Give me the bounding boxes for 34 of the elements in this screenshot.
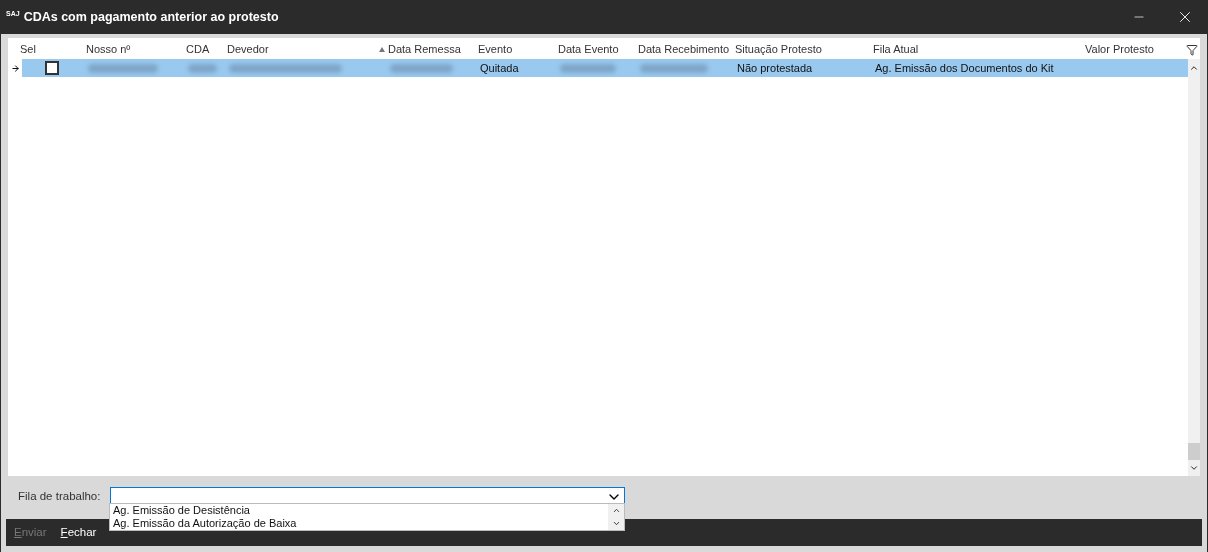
vertical-scrollbar[interactable]	[1188, 59, 1200, 476]
scroll-down-icon[interactable]	[611, 519, 621, 528]
blurred-text	[188, 63, 217, 73]
row-checkbox[interactable]	[45, 61, 59, 75]
column-header[interactable]: Devedor	[227, 41, 269, 58]
window-title: CDAs com pagamento anterior ao protesto	[23, 8, 279, 26]
column-header[interactable]: Nosso nº	[86, 41, 131, 58]
table-cell-text: Não protestada	[737, 60, 813, 76]
column-header[interactable]: Data Remessa	[388, 41, 461, 58]
column-header[interactable]: Fila Atual	[873, 41, 919, 58]
scroll-up-icon[interactable]	[611, 506, 621, 515]
blurred-text	[560, 63, 616, 73]
scrollbar-thumb[interactable]	[1188, 443, 1200, 460]
filter-icon[interactable]	[1186, 43, 1198, 56]
dropdown-option[interactable]: Ag. Emissão de Desistência	[113, 504, 608, 517]
list-scrollbar[interactable]	[608, 504, 624, 530]
table-cell-text: Quitada	[480, 60, 519, 76]
column-header[interactable]: Situação Protesto	[735, 41, 822, 58]
column-header[interactable]: Data Recebimento	[638, 41, 730, 58]
field-label: Fila de trabalho:	[18, 489, 102, 505]
dropdown-option[interactable]: Ag. Emissão da Autorização de Baixa	[113, 517, 608, 530]
scroll-down-icon[interactable]	[1189, 463, 1199, 473]
column-header[interactable]: Valor Protesto	[1085, 41, 1154, 58]
blurred-text	[640, 63, 708, 73]
blurred-text	[390, 63, 453, 73]
table-row[interactable]: Quitada Não protestada Ag. Emissão dos Documentos do Kit	[22, 59, 1188, 77]
column-header[interactable]: Sel	[20, 41, 36, 58]
column-header[interactable]: CDA	[186, 41, 210, 58]
column-header[interactable]: Data Evento	[558, 41, 619, 58]
blurred-text	[88, 63, 158, 73]
column-header[interactable]: Evento	[478, 41, 513, 58]
footer-button[interactable]: Fechar	[60, 523, 97, 542]
scroll-up-icon[interactable]	[1189, 63, 1199, 73]
table-cell-text: Ag. Emissão dos Documentos do Kit	[875, 60, 1054, 76]
